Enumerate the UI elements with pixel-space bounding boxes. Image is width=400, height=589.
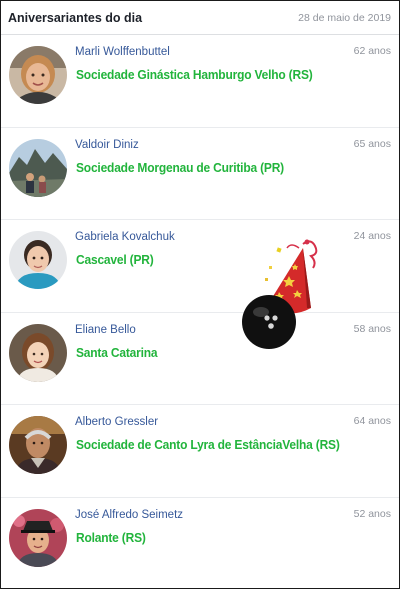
person-age: 52 anos (353, 507, 391, 520)
list-item: José Alfredo Seimetz 52 anos Rolante (RS… (1, 498, 399, 588)
person-name-link[interactable]: Alberto Gressler (75, 416, 158, 428)
widget-date: 28 de maio de 2019 (298, 12, 391, 24)
avatar[interactable] (9, 323, 67, 382)
person-age: 62 anos (353, 45, 391, 57)
avatar[interactable] (9, 231, 67, 290)
person-club: Rolante (RS) (76, 530, 146, 545)
person-club: Sociedade Ginástica Hamburgo Velho (RS) (76, 68, 313, 82)
person-club: Cascavel (PR) (76, 253, 154, 268)
list-item: Eliane Bello 58 anos Santa Catarina (1, 313, 399, 406)
widget-header: Aniversariantes do dia 28 de maio de 201… (1, 1, 399, 35)
avatar[interactable] (9, 46, 67, 104)
person-club: Santa Catarina (76, 345, 158, 360)
birthday-list: Marli Wolffenbuttel 62 anos Sociedade Gi… (1, 35, 399, 588)
person-age: 64 anos (353, 415, 391, 428)
list-item: Valdoir Diniz 65 anos Sociedade Morgenau… (1, 128, 399, 221)
person-age: 58 anos (353, 322, 391, 335)
person-name-link[interactable]: Eliane Bello (75, 324, 136, 336)
person-club: Sociedade Morgenau de Curitiba (PR) (76, 160, 284, 175)
list-item: Alberto Gressler 64 anos Sociedade de Ca… (1, 405, 399, 498)
list-item: Gabriela Kovalchuk 24 anos Cascavel (PR) (1, 220, 399, 313)
avatar[interactable] (9, 416, 67, 475)
person-name-link[interactable]: Gabriela Kovalchuk (75, 231, 175, 243)
person-age: 65 anos (353, 137, 391, 150)
widget-title: Aniversariantes do dia (8, 11, 143, 25)
person-name-link[interactable]: Marli Wolffenbuttel (75, 46, 170, 58)
birthday-widget: Aniversariantes do dia 28 de maio de 201… (0, 0, 400, 589)
person-name-link[interactable]: José Alfredo Seimetz (75, 509, 183, 521)
avatar[interactable] (9, 508, 67, 567)
person-name-link[interactable]: Valdoir Diniz (75, 139, 139, 151)
person-age: 24 anos (353, 230, 391, 243)
avatar[interactable] (9, 138, 67, 197)
list-item: Marli Wolffenbuttel 62 anos Sociedade Gi… (1, 35, 399, 128)
person-club: Sociedade de Canto Lyra de EstânciaVelha… (76, 438, 340, 453)
